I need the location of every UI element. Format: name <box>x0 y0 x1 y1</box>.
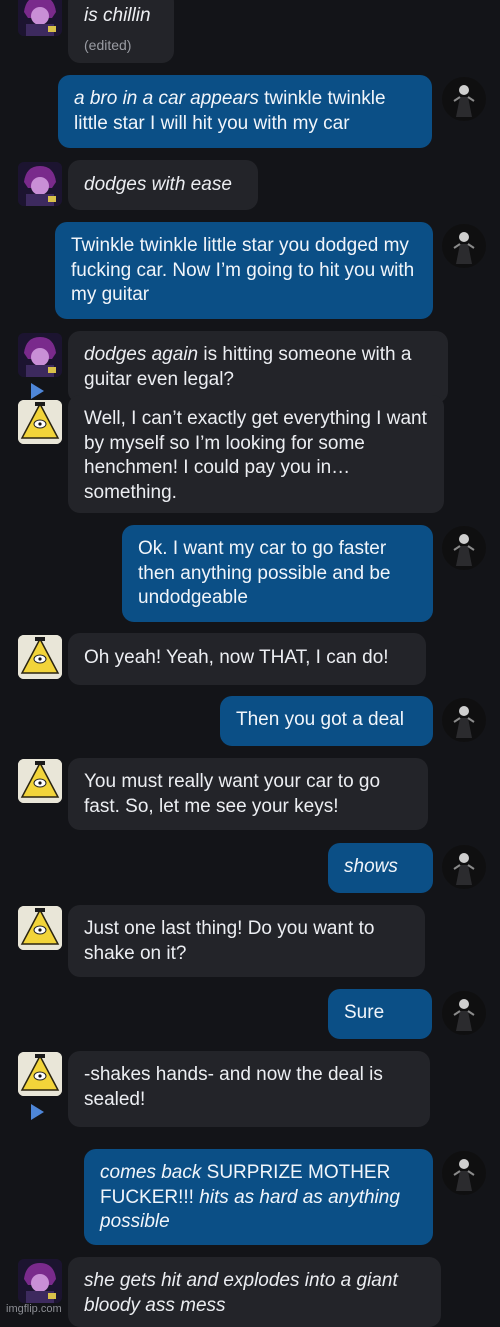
avatar-dark-character[interactable] <box>442 698 486 742</box>
message-bubble-incoming[interactable]: dodges again is hitting someone with a g… <box>68 331 448 403</box>
message-bubble-incoming[interactable]: You must really want your car to go fast… <box>68 758 428 830</box>
action-text: she gets hit and explodes into a giant b… <box>84 1270 398 1316</box>
speech-text: Twinkle twinkle little star you dodged m… <box>71 235 415 305</box>
action-text: dodges with ease <box>84 174 232 195</box>
message-text: she gets hit and explodes into a giant b… <box>84 1270 398 1316</box>
message-text: Well, I can’t exactly get everything I w… <box>84 408 427 503</box>
message-bubble-outgoing[interactable]: Ok. I want my car to go faster then anyt… <box>122 525 433 622</box>
avatar-dark-character[interactable] <box>442 845 486 889</box>
avatar-bill-cipher[interactable] <box>18 635 62 679</box>
message-text: Ok. I want my car to go faster then anyt… <box>138 538 390 608</box>
message-bubble-incoming[interactable]: Just one last thing! Do you want to shak… <box>68 905 425 977</box>
action-text: is chillin <box>84 5 151 26</box>
avatar-purple-character[interactable] <box>18 0 62 36</box>
message-bubble-outgoing[interactable]: a bro in a car appears twinkle twinkle l… <box>58 75 432 148</box>
avatar-dark-character[interactable] <box>442 526 486 570</box>
action-text: a bro in a car appears <box>74 88 259 109</box>
avatar-dark-character[interactable] <box>442 991 486 1035</box>
avatar-bill-cipher[interactable] <box>18 1052 62 1096</box>
message-bubble-incoming[interactable]: she gets hit and explodes into a giant b… <box>68 1257 441 1327</box>
speech-text: Well, I can’t exactly get everything I w… <box>84 408 427 503</box>
message-bubble-incoming[interactable]: Oh yeah! Yeah, now THAT, I can do! <box>68 633 426 685</box>
avatar-bill-cipher[interactable] <box>18 759 62 803</box>
message-text: Sure <box>344 1002 384 1023</box>
message-bubble-incoming[interactable]: Well, I can’t exactly get everything I w… <box>68 395 444 513</box>
message-text: dodges again is hitting someone with a g… <box>84 344 411 390</box>
avatar-bill-cipher[interactable] <box>18 400 62 444</box>
avatar-bill-cipher[interactable] <box>18 906 62 950</box>
avatar-dark-character[interactable] <box>442 1151 486 1195</box>
chat-thread: is chillin (edited) a bro in a car appea… <box>0 0 500 1327</box>
action-text: shows <box>344 856 398 877</box>
message-bubble-outgoing[interactable]: shows <box>328 843 433 893</box>
avatar-dark-character[interactable] <box>442 77 486 121</box>
message-bubble-incoming[interactable]: -shakes hands- and now the deal is seale… <box>68 1051 430 1127</box>
speech-text: Ok. I want my car to go faster then anyt… <box>138 538 391 608</box>
message-bubble-outgoing[interactable]: Then you got a deal <box>220 696 433 746</box>
message-bubble-outgoing[interactable]: Sure <box>328 989 432 1039</box>
message-text: Just one last thing! Do you want to shak… <box>84 918 374 964</box>
speech-text: Oh yeah! Yeah, now THAT, I can do! <box>84 647 389 668</box>
message-text: You must really want your car to go fast… <box>84 771 380 817</box>
avatar-dark-character[interactable] <box>442 224 486 268</box>
message-bubble-incoming[interactable]: dodges with ease <box>68 160 258 210</box>
message-text: Twinkle twinkle little star you dodged m… <box>71 235 414 305</box>
message-text: comes back SURPRIZE MOTHER FUCKER!!! hit… <box>100 1162 400 1232</box>
avatar-purple-character[interactable] <box>18 162 62 206</box>
speech-text: Sure <box>344 1002 385 1023</box>
avatar-purple-character[interactable] <box>18 1259 62 1303</box>
message-text: is chillin <box>84 5 151 26</box>
message-text: -shakes hands- and now the deal is seale… <box>84 1064 383 1110</box>
edited-label: (edited) <box>84 36 132 53</box>
message-text: shows <box>344 856 398 877</box>
message-text: a bro in a car appears twinkle twinkle l… <box>74 88 386 134</box>
play-arrow-icon[interactable] <box>31 383 44 399</box>
play-arrow-icon[interactable] <box>31 1104 44 1120</box>
speech-text: Then you got a deal <box>236 709 404 730</box>
message-text: Oh yeah! Yeah, now THAT, I can do! <box>84 647 389 668</box>
action-text: comes back <box>100 1162 202 1183</box>
speech-text: You must really want your car to go fast… <box>84 771 381 817</box>
message-bubble-outgoing[interactable]: Twinkle twinkle little star you dodged m… <box>55 222 433 319</box>
avatar-purple-character[interactable] <box>18 333 62 377</box>
speech-text: -shakes hands- and now the deal is seale… <box>84 1064 383 1110</box>
speech-text: Just one last thing! Do you want to shak… <box>84 918 375 964</box>
watermark: imgflip.com <box>6 1303 62 1315</box>
message-text: dodges with ease <box>84 174 232 195</box>
action-text: dodges again <box>84 344 199 365</box>
message-text: Then you got a deal <box>236 709 404 730</box>
message-bubble-incoming[interactable]: is chillin (edited) <box>68 0 174 63</box>
message-bubble-outgoing[interactable]: comes back SURPRIZE MOTHER FUCKER!!! hit… <box>84 1149 433 1245</box>
